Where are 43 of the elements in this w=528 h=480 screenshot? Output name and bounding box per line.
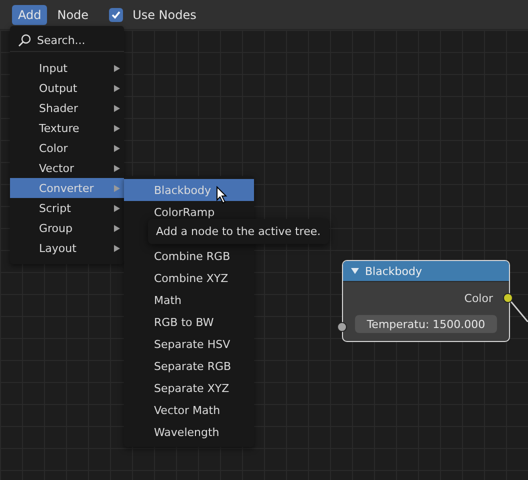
submenu-item[interactable]: Combine XYZ [124, 267, 254, 289]
submenu-item[interactable]: Separate HSV [124, 333, 254, 355]
submenu-item[interactable]: Blackbody [124, 179, 254, 201]
submenu-arrow-icon [114, 104, 120, 112]
menu-item[interactable]: Shader [10, 98, 124, 118]
submenu-arrow-icon [114, 164, 120, 172]
header-menu[interactable]: Node [51, 4, 95, 24]
submenu-arrow-icon [114, 224, 120, 232]
submenu-item[interactable]: Vector Math [124, 399, 254, 421]
menu-item[interactable]: Output [10, 78, 124, 98]
menu-item[interactable]: Group [10, 218, 124, 238]
submenu-arrow-icon [114, 144, 120, 152]
submenu-item[interactable]: RGB to BW [124, 311, 254, 333]
menu-item[interactable]: Script [10, 198, 124, 218]
temperature-field[interactable]: Temperatu: 1500.000 [355, 315, 497, 333]
header-menu[interactable]: Add [12, 4, 48, 24]
submenu-arrow-icon [114, 64, 120, 72]
mouse-cursor-icon [216, 186, 228, 204]
node-title: Blackbody [365, 264, 422, 278]
submenu-arrow-icon [114, 84, 120, 92]
submenu-arrow-icon [114, 244, 120, 252]
menu-item[interactable]: Texture [10, 118, 124, 138]
menu-item[interactable]: Layout [10, 238, 124, 258]
menu-item[interactable]: Vector [10, 158, 124, 178]
menu-item[interactable]: Color [10, 138, 124, 158]
submenu-item[interactable]: Math [124, 289, 254, 311]
submenu-item[interactable]: Combine RGB [124, 245, 254, 267]
checkbox-label: Use Nodes [132, 8, 196, 22]
tooltip: Add a node to the active tree. [148, 219, 329, 244]
submenu-arrow-icon [114, 184, 120, 192]
output-socket-label: Color [464, 292, 493, 305]
collapse-icon[interactable] [351, 268, 359, 274]
submenu-item[interactable]: Separate RGB [124, 355, 254, 377]
menu-item[interactable]: Input [10, 58, 124, 78]
submenu-item[interactable]: Wavelength [124, 421, 254, 443]
use-nodes-checkbox[interactable] [108, 8, 123, 22]
submenu-item[interactable]: Separate XYZ [124, 377, 254, 399]
search-icon [18, 34, 31, 46]
blackbody-node[interactable]: Blackbody Color Temperatu: 1500.000 [342, 260, 510, 342]
submenu-arrow-icon [114, 204, 120, 212]
menu-item[interactable]: Converter [10, 178, 124, 198]
search-field[interactable]: Search... [10, 29, 124, 52]
submenu-arrow-icon [114, 124, 120, 132]
